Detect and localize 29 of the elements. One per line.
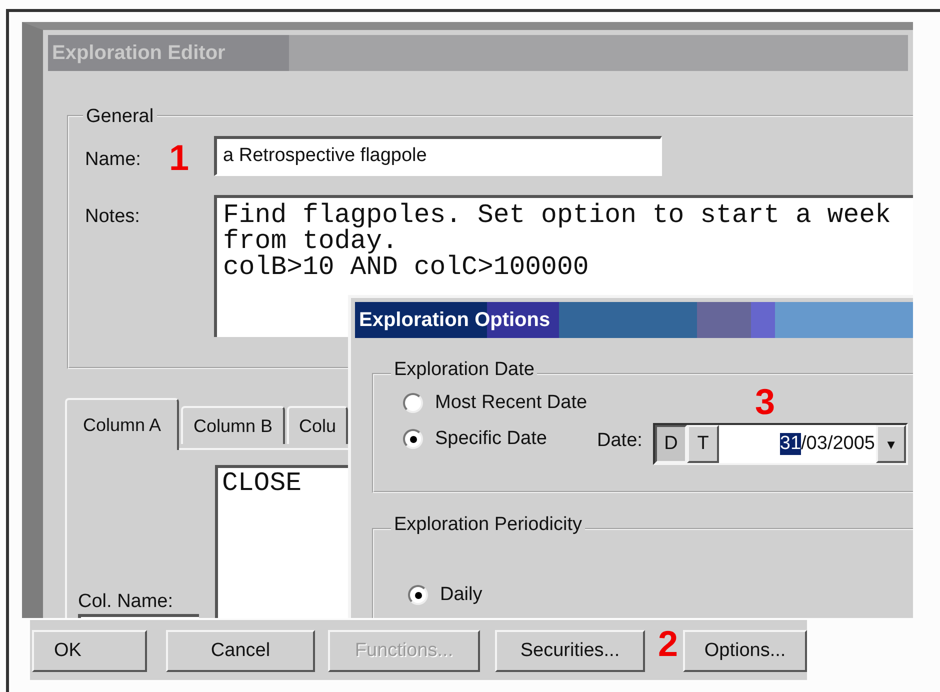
group-label: Exploration Periodicity xyxy=(391,514,585,536)
radio-label: Daily xyxy=(440,584,482,606)
dialog-title: Exploration Options xyxy=(355,302,913,338)
radio-button[interactable] xyxy=(408,585,428,605)
radio-label: Most Recent Date xyxy=(435,392,588,414)
radio-label: Specific Date xyxy=(435,428,547,450)
notes-line: colB>10 AND colC>100000 xyxy=(223,254,590,280)
dialog-button[interactable]: Options... xyxy=(683,630,807,672)
col-name-label: Col. Name: xyxy=(78,591,174,613)
name-field[interactable]: a Retrospective flagpole xyxy=(214,136,662,176)
name-label: Name: xyxy=(85,149,141,171)
notes-line: Find flagpoles. Set option to start a week xyxy=(223,202,892,228)
callout-number: 1 xyxy=(169,138,190,178)
notes-label: Notes: xyxy=(85,206,140,228)
dialog-button[interactable]: Cancel xyxy=(166,630,315,672)
dialog-button[interactable]: OK xyxy=(32,630,147,672)
radio-button[interactable] xyxy=(403,393,423,413)
column-tab[interactable]: Colu xyxy=(287,406,348,444)
callout-number: 3 xyxy=(755,382,776,422)
formula-text: CLOSE xyxy=(222,468,302,498)
callout-number: 2 xyxy=(658,624,678,664)
dialog-button[interactable]: Securities... xyxy=(495,630,645,672)
radio-button[interactable] xyxy=(403,429,423,449)
date-label: Date: xyxy=(597,430,642,452)
notes-line: from today. xyxy=(223,228,398,254)
window-title: Exploration Editor xyxy=(48,35,908,71)
column-tab[interactable]: Column B xyxy=(181,406,285,444)
group-label: Exploration Date xyxy=(391,359,538,381)
column-tab[interactable]: Column A xyxy=(65,398,179,450)
